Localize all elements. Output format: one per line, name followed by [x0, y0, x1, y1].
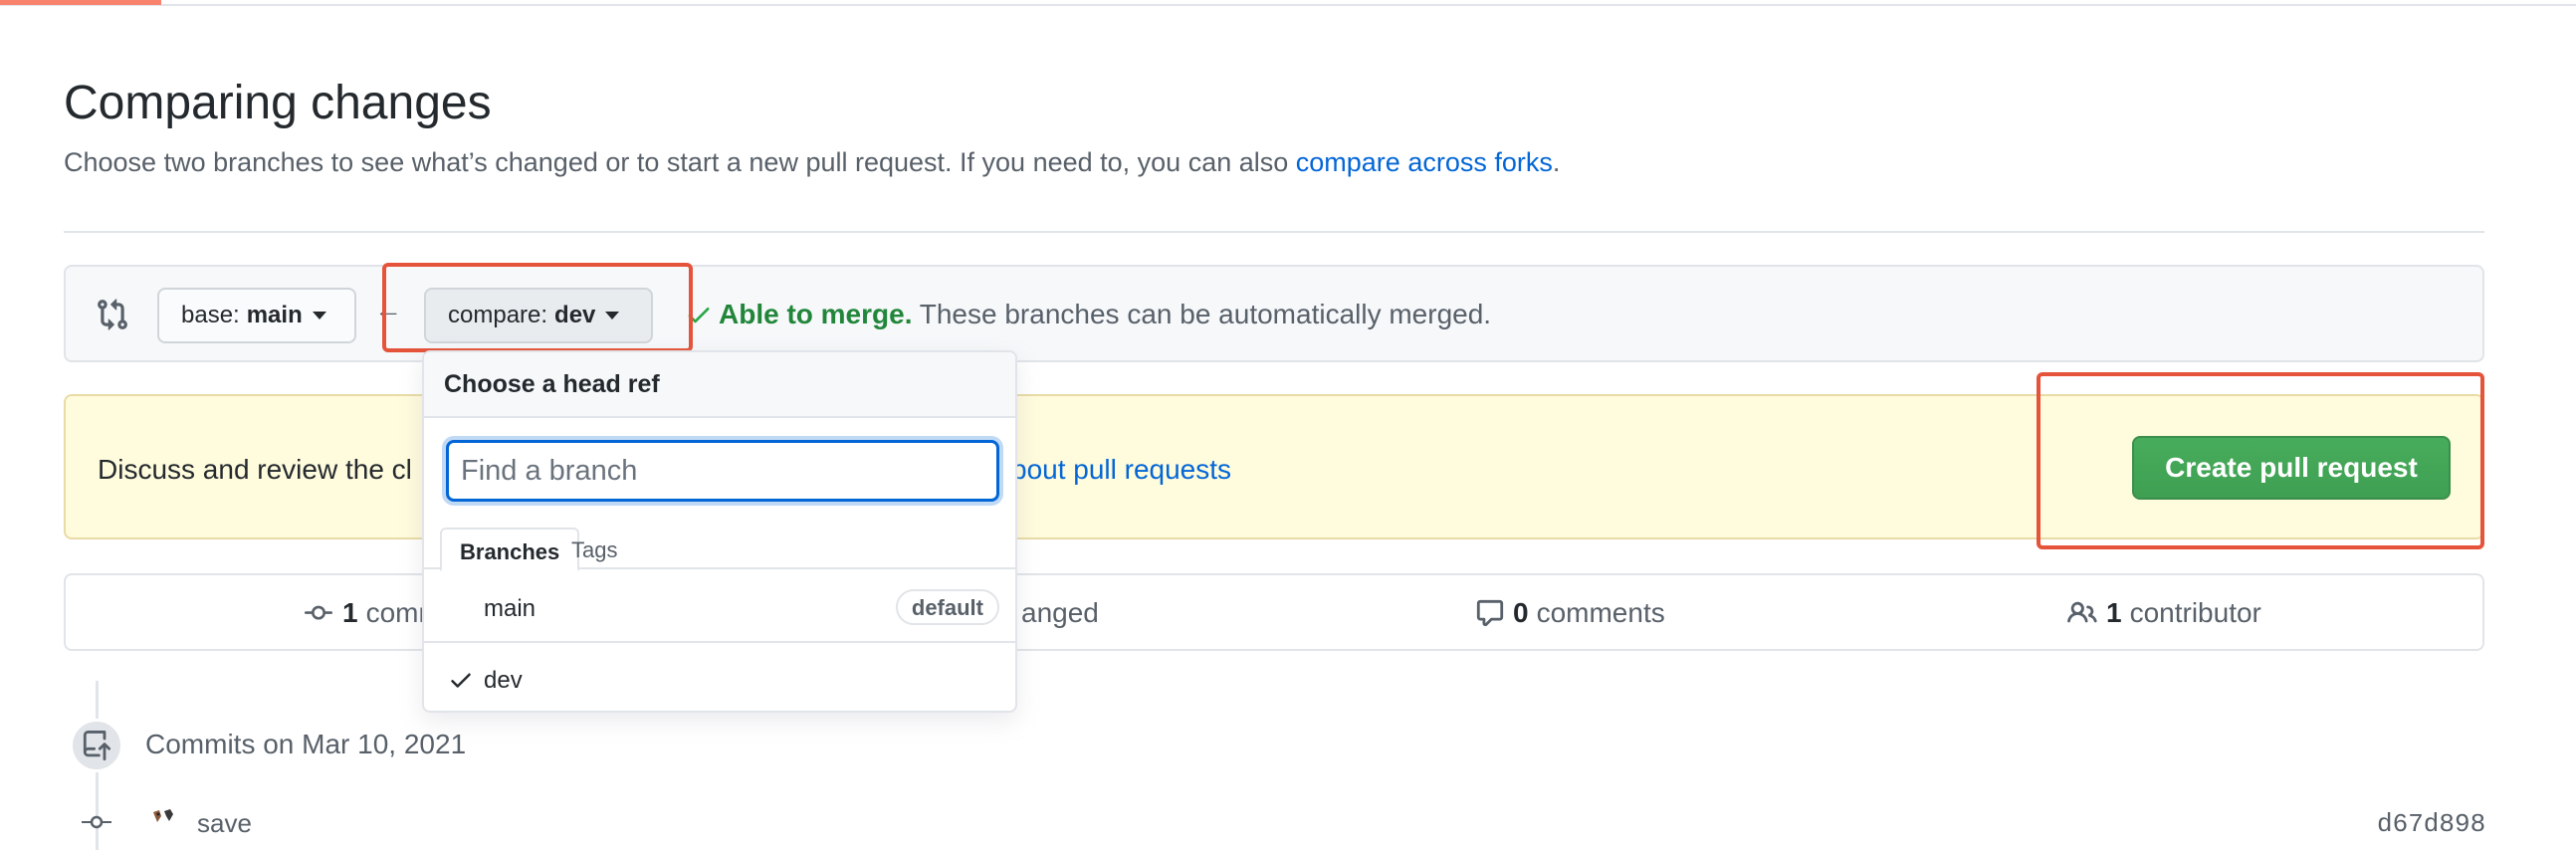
create-pull-request-button[interactable]: Create pull request [2132, 436, 2451, 500]
timeline-badge [70, 719, 123, 772]
dropdown-title: Choose a head ref [424, 352, 1015, 418]
contributors-count: 1 [2106, 597, 2122, 628]
check-icon [451, 673, 471, 688]
branch-filter-input[interactable] [446, 440, 999, 502]
base-label: base: [181, 302, 240, 328]
default-badge: default [895, 589, 999, 625]
merge-status-detail: These branches can be automatically merg… [912, 299, 1492, 329]
compare-across-forks-link[interactable]: compare across forks [1296, 147, 1553, 177]
comments-label: comments [1536, 597, 1665, 628]
compare-value: dev [554, 302, 596, 328]
check-icon [688, 308, 710, 323]
page-title: Comparing changes [64, 77, 492, 129]
files-changed-stat[interactable]: anged [1021, 597, 1099, 629]
about-pull-requests-link[interactable]: bout pull requests [1011, 454, 1231, 486]
branch-name: dev [484, 667, 523, 694]
commits-stat[interactable]: 1 comm [303, 597, 442, 629]
subtitle-period: . [1552, 147, 1561, 177]
repo-push-icon [83, 731, 111, 760]
git-commit-icon [305, 605, 332, 620]
people-icon [2067, 601, 2097, 623]
range-editor: base: main ← compare: dev Able to merge. T… [64, 265, 2484, 362]
tab-tags[interactable]: Tags [553, 528, 635, 571]
head-ref-dropdown: Choose a head ref Branches Tags main def… [422, 350, 1017, 713]
page-subtitle: Choose two branches to see what’s change… [64, 147, 1560, 178]
contributors-label: contributor [2129, 597, 2261, 628]
base-branch-button[interactable]: base: main [157, 288, 356, 343]
ref-tabs: Branches Tags [424, 528, 1015, 571]
divider [64, 231, 2484, 233]
commits-count: 1 [342, 597, 358, 628]
compare-label: compare: [448, 302, 548, 328]
commit-sha-link[interactable]: d67d898 [2377, 809, 2485, 839]
git-compare-icon [98, 299, 127, 330]
header-rule [0, 0, 2576, 6]
caret-down-icon [605, 312, 620, 319]
git-commit-icon [82, 815, 111, 829]
comments-stat[interactable]: 0 comments [1475, 597, 1665, 629]
comments-count: 0 [1513, 597, 1529, 628]
merge-status: Able to merge. These branches can be aut… [719, 299, 1491, 330]
active-tab-underline [0, 0, 161, 5]
merge-status-ok: Able to merge. [719, 299, 913, 329]
arrow-left-icon: ← [374, 294, 402, 324]
caret-down-icon [312, 312, 326, 319]
flash-text: Discuss and review the cl [98, 454, 412, 485]
commit-message-link[interactable]: save [197, 808, 252, 839]
branch-item-main[interactable]: main default [424, 571, 1015, 643]
files-changed-label: anged [1021, 597, 1099, 628]
contributors-stat[interactable]: 1 contributor [2066, 597, 2261, 629]
avatar[interactable] [149, 808, 179, 834]
comment-icon [1476, 599, 1504, 627]
compare-branch-button[interactable]: compare: dev [424, 288, 653, 343]
base-value: main [246, 302, 303, 328]
branch-item-dev[interactable]: dev [424, 643, 1015, 715]
branch-name: main [484, 595, 537, 622]
subtitle-text: Choose two branches to see what’s change… [64, 147, 1296, 177]
commits-date-heading: Commits on Mar 10, 2021 [145, 729, 467, 759]
